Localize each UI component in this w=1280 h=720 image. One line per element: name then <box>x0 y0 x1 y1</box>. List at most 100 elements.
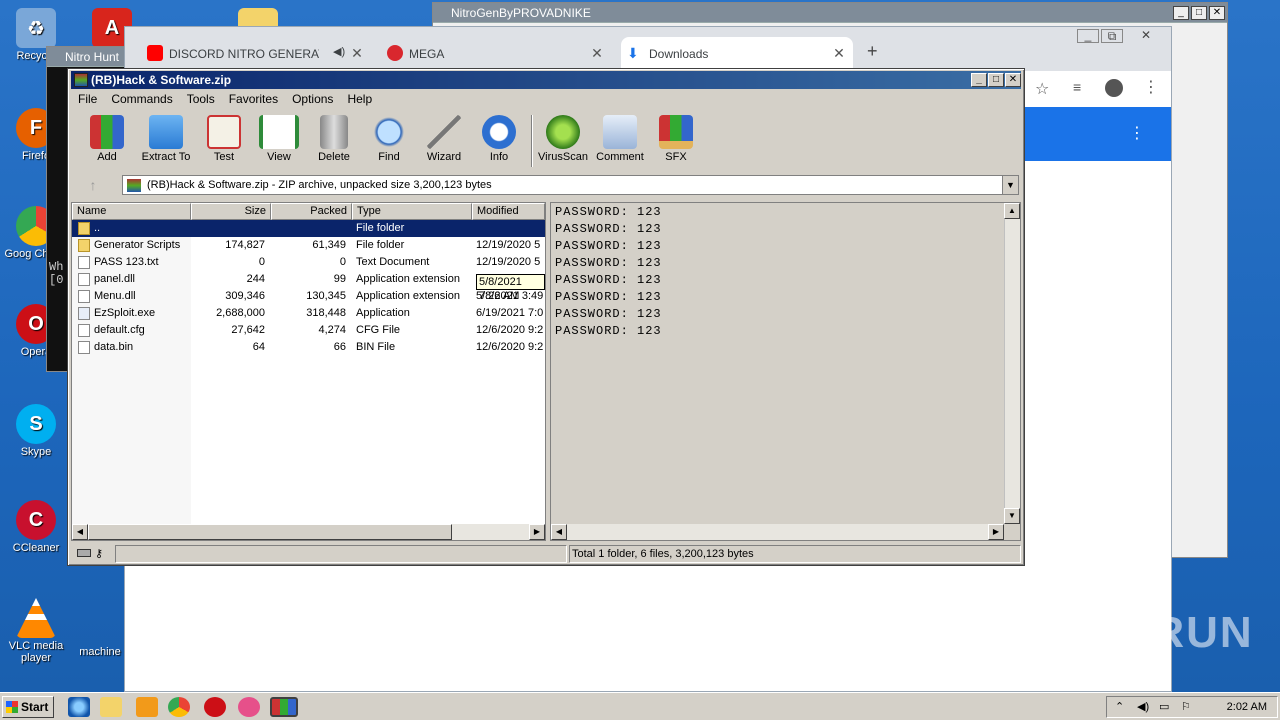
delete-button[interactable]: Delete <box>306 113 362 163</box>
chrome-close-button[interactable]: ✕ <box>1125 29 1167 43</box>
minimize-button[interactable]: _ <box>971 73 987 87</box>
bookmark-star-icon[interactable]: ☆ <box>1035 79 1049 99</box>
desktop-icon-skype[interactable]: S Skype <box>0 404 72 458</box>
ie-icon[interactable] <box>68 697 90 717</box>
start-label: Start <box>21 700 49 714</box>
winrar-taskbar-icon[interactable] <box>270 697 298 717</box>
row-size: 309,346 <box>225 290 265 302</box>
opera-taskbar-icon[interactable] <box>204 697 226 717</box>
table-row[interactable]: Menu.dll 309,346 130,345 Application extens… <box>72 288 545 305</box>
up-one-level-button[interactable]: ↑ <box>78 175 108 195</box>
sfx-button[interactable]: SFX <box>648 113 704 163</box>
extract-to-button[interactable]: Extract To <box>138 113 194 163</box>
scroll-right-button[interactable]: ▶ <box>988 524 1004 540</box>
volume-icon[interactable]: ◀) <box>1137 697 1149 717</box>
desktop-icon-ccleaner[interactable]: C CCleaner <box>0 500 72 554</box>
scroll-left-button[interactable]: ◀ <box>72 524 88 540</box>
column-packed[interactable]: Packed <box>271 203 352 220</box>
tab-discord-nitro[interactable]: DISCORD NITRO GENERATOR 2 ◀) ✕ <box>147 37 365 71</box>
scroll-thumb[interactable] <box>88 524 452 540</box>
network-icon[interactable]: ▭ <box>1159 697 1169 717</box>
tab-downloads[interactable]: ⬇ Downloads ✕ <box>621 37 853 71</box>
scroll-right-button[interactable]: ▶ <box>529 524 545 540</box>
table-row[interactable]: default.cfg 27,642 4,274 CFG File 12/6/2020 … <box>72 322 545 339</box>
start-button[interactable]: Start <box>2 696 54 718</box>
menu-tools[interactable]: Tools <box>180 89 222 109</box>
nitro-hunter-titlebar[interactable]: Nitro Hunt <box>47 47 125 67</box>
add-button[interactable]: Add <box>79 113 135 163</box>
menu-kebab-icon[interactable]: ⋮ <box>1143 77 1159 97</box>
profile-icon[interactable] <box>1105 79 1123 97</box>
maximize-button[interactable]: □ <box>1191 6 1207 20</box>
preview-vertical-scrollbar[interactable]: ▲ ▼ <box>1004 203 1020 524</box>
tab-mega[interactable]: MEGA ✕ <box>387 37 605 71</box>
file-list[interactable]: Name Size Packed Type Modified .. File fo… <box>71 202 546 541</box>
table-row[interactable]: PASS 123.txt 0 0 Text Document 12/19/2020 5 <box>72 254 545 271</box>
nitrogen-title: NitroGenByPROVADNIKE <box>451 6 591 20</box>
menu-help[interactable]: Help <box>340 89 379 109</box>
address-dropdown-button[interactable]: ▼ <box>1002 176 1018 194</box>
row-size: 174,827 <box>225 239 265 251</box>
chrome-restore-button[interactable]: ⧉ <box>1101 29 1123 43</box>
virusscan-button[interactable]: VirusScan <box>535 113 591 163</box>
column-modified[interactable]: Modified <box>472 203 545 220</box>
nitrogen-titlebar[interactable]: NitroGenByPROVADNIKE _ □ ✕ <box>433 3 1227 23</box>
explorer-icon[interactable] <box>100 697 122 717</box>
more-options-icon[interactable]: ⋮ <box>1129 123 1145 143</box>
close-tab-button[interactable]: ✕ <box>589 45 605 61</box>
scroll-left-button[interactable]: ◀ <box>551 524 567 540</box>
tray-expand-icon[interactable]: ⌃ <box>1115 697 1124 717</box>
preview-pane[interactable]: PASSWORD: 123 PASSWORD: 123 PASSWORD: 12… <box>550 202 1021 541</box>
media-control-icon[interactable]: ≡ <box>1073 79 1081 95</box>
find-button[interactable]: Find <box>361 113 417 163</box>
close-button[interactable]: ✕ <box>1209 6 1225 20</box>
chrome-minimize-button[interactable]: _ <box>1077 29 1099 43</box>
new-tab-button[interactable]: + <box>867 41 878 62</box>
menu-favorites[interactable]: Favorites <box>222 89 285 109</box>
audio-icon[interactable]: ◀) <box>333 45 345 58</box>
nitro-taskbar-icon[interactable] <box>238 697 260 717</box>
winrar-window[interactable]: (RB)Hack & Software.zip _ □ ✕ File Comma… <box>67 68 1025 566</box>
desktop-icon-vlc[interactable]: VLC media player <box>0 598 72 664</box>
row-modified: 12/6/2020 9:2 <box>476 341 544 353</box>
scroll-up-button[interactable]: ▲ <box>1004 203 1020 219</box>
column-type[interactable]: Type <box>352 203 472 220</box>
flag-icon[interactable]: ⚐ <box>1181 697 1191 717</box>
table-row[interactable]: Generator Scripts 174,827 61,349 File folde… <box>72 237 545 254</box>
column-size[interactable]: Size <box>191 203 271 220</box>
winrar-titlebar[interactable]: (RB)Hack & Software.zip _ □ ✕ <box>71 71 1021 89</box>
file-list-horizontal-scrollbar[interactable]: ◀ ▶ <box>72 524 545 540</box>
minimize-button[interactable]: _ <box>1173 6 1189 20</box>
address-bar[interactable]: (RB)Hack & Software.zip - ZIP archive, u… <box>122 175 1019 195</box>
youtube-icon <box>147 45 163 61</box>
column-name[interactable]: Name <box>72 203 191 220</box>
wizard-button[interactable]: Wizard <box>416 113 472 163</box>
table-row[interactable]: panel.dll24499Application extension5/8/2… <box>72 271 545 288</box>
close-button[interactable]: ✕ <box>1005 73 1021 87</box>
comment-button[interactable]: Comment <box>592 113 648 163</box>
test-button[interactable]: Test <box>196 113 252 163</box>
menu-options[interactable]: Options <box>285 89 340 109</box>
table-row[interactable]: .. File folder <box>72 220 545 237</box>
extract-folder-icon <box>149 115 183 149</box>
row-size: 0 <box>258 256 265 268</box>
preview-line: PASSWORD: 123 <box>555 324 662 338</box>
preview-line: PASSWORD: 123 <box>555 273 662 287</box>
close-tab-button[interactable]: ✕ <box>349 45 365 61</box>
maximize-button[interactable]: □ <box>988 73 1004 87</box>
row-name: .. <box>94 222 101 234</box>
media-player-icon[interactable] <box>136 697 158 717</box>
view-button[interactable]: View <box>251 113 307 163</box>
close-tab-button[interactable]: ✕ <box>831 45 847 61</box>
scroll-down-button[interactable]: ▼ <box>1004 508 1020 524</box>
status-right: Total 1 folder, 6 files, 3,200,123 bytes <box>569 545 1021 563</box>
tool-label: Delete <box>318 151 350 163</box>
table-row[interactable]: EzSploit.exe 2,688,000 318,448 Application 6… <box>72 305 545 322</box>
menu-file[interactable]: File <box>71 89 104 109</box>
preview-horizontal-scrollbar[interactable]: ◀ ▶ <box>551 524 1004 540</box>
chrome-taskbar-icon[interactable] <box>168 697 190 717</box>
clock[interactable]: 2:02 AM <box>1227 697 1267 717</box>
table-row[interactable]: data.bin 64 66 BIN File 12/6/2020 9:2 <box>72 339 545 356</box>
info-button[interactable]: Info <box>471 113 527 163</box>
menu-commands[interactable]: Commands <box>104 89 179 109</box>
